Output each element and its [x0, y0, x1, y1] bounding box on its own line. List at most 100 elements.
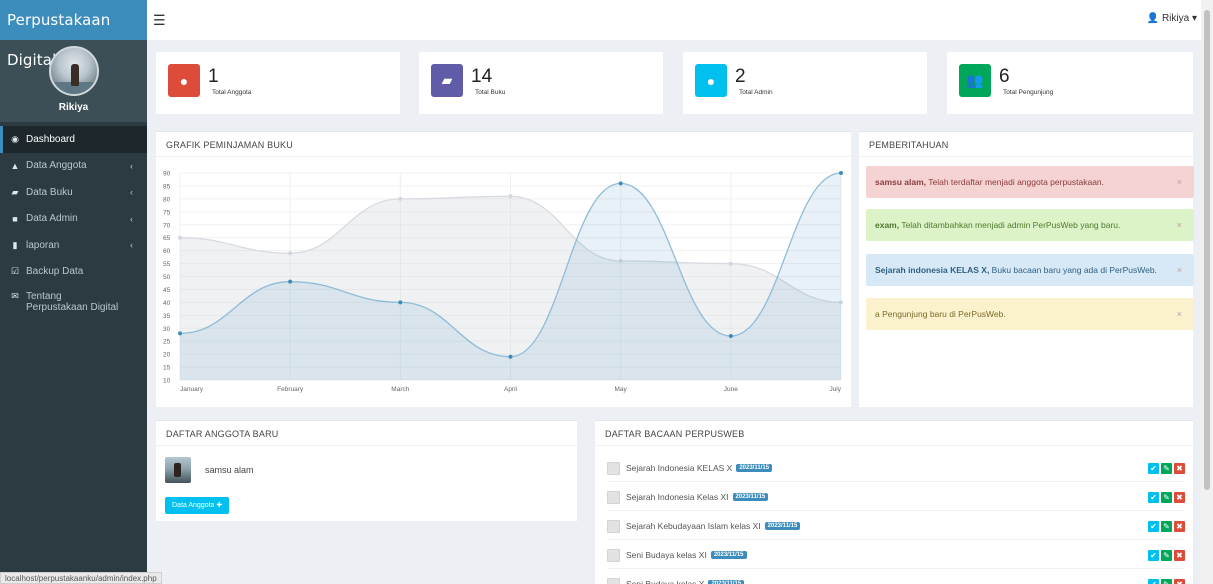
book-title: Sejarah Indonesia Kelas XI: [626, 492, 729, 502]
chevron-left-icon: ‹: [130, 213, 133, 224]
book-title: Seni Budaya kelas XI: [626, 550, 707, 560]
book-checkbox[interactable]: [607, 577, 620, 584]
book-checkbox[interactable]: [607, 490, 620, 504]
y-tick-label: 70: [163, 222, 171, 229]
approve-button[interactable]: ✔: [1148, 549, 1159, 561]
sidebar-item-backup-data[interactable]: ☑ Backup Data: [0, 259, 147, 286]
approve-button[interactable]: ✔: [1148, 578, 1159, 584]
sidebar-item-label: Dashboard: [26, 133, 75, 145]
edit-button[interactable]: ✎: [1161, 578, 1172, 584]
stat-total-pengunjung[interactable]: 👥 6 Total Pengunjung: [947, 52, 1193, 114]
notification-text: a Pengunjung baru di PerPusWeb.: [875, 309, 1006, 319]
sidebar: Perpustakaan Digital Rikiya ◉ Dashboard …: [0, 0, 162, 584]
dashboard-icon: ◉: [11, 133, 19, 144]
book-date-badge: 2023/11/15: [736, 464, 773, 472]
top-navbar: ☰ 👤 Rikiya ▾: [147, 0, 1213, 40]
book-date-badge: 2023/11/15: [764, 522, 801, 530]
book-actions: ✔ ✎ ✖: [1148, 491, 1185, 503]
stat-total-anggota[interactable]: ● 1 Total Anggota: [156, 52, 400, 114]
notification-text: Telah terdaftar menjadi anggota perpusta…: [926, 177, 1105, 187]
books-title: DAFTAR BACAAN PERPUSWEB: [595, 421, 1193, 446]
delete-button[interactable]: ✖: [1174, 462, 1185, 474]
close-icon[interactable]: ×: [1177, 166, 1182, 198]
stat-total-buku[interactable]: ▰ 14 Total Buku: [419, 52, 663, 114]
delete-button[interactable]: ✖: [1174, 549, 1185, 561]
y-tick-label: 90: [163, 171, 171, 178]
notifications-title: PEMBERITAHUAN: [859, 132, 1193, 157]
sidebar-item-label: Data Anggota: [26, 160, 87, 172]
y-tick-label: 80: [163, 196, 171, 203]
user-menu-dropdown[interactable]: 👤 Rikiya ▾: [1147, 13, 1197, 24]
data-point: [178, 235, 182, 240]
close-icon[interactable]: ×: [1177, 298, 1182, 330]
stat-total-admin[interactable]: ● 2 Total Admin: [683, 52, 927, 114]
sidebar-item-data-anggota[interactable]: ▲ Data Anggota ‹: [0, 153, 147, 180]
member-name: samsu alam: [205, 465, 254, 475]
y-tick-label: 75: [163, 209, 171, 216]
book-actions: ✔ ✎ ✖: [1148, 549, 1185, 561]
notification-bold: Sejarah indonesia KELAS X,: [875, 265, 990, 275]
notification-alert: exam, Telah ditambahkan menjadi admin Pe…: [866, 209, 1194, 241]
delete-button[interactable]: ✖: [1174, 491, 1185, 503]
notification-alert: Sejarah indonesia KELAS X, Buku bacaan b…: [866, 254, 1194, 286]
vertical-scrollbar[interactable]: [1201, 0, 1213, 584]
edit-button[interactable]: ✎: [1161, 462, 1172, 474]
avatar: [48, 46, 99, 96]
chevron-left-icon: ‹: [130, 160, 133, 171]
stat-value: 2: [735, 66, 746, 87]
member-item[interactable]: samsu alam: [165, 457, 254, 483]
sidebar-item-data-buku[interactable]: ▰ Data Buku ‹: [0, 179, 147, 206]
book-checkbox[interactable]: [607, 548, 620, 562]
book-actions: ✔ ✎ ✖: [1148, 578, 1185, 584]
edit-button[interactable]: ✎: [1161, 520, 1172, 532]
edit-button[interactable]: ✎: [1161, 549, 1172, 561]
scrollbar-thumb[interactable]: [1204, 10, 1210, 490]
book-row: Seni Budaya kelas X 2023/11/15 ✔ ✎ ✖: [607, 571, 1185, 584]
y-tick-label: 10: [163, 378, 171, 385]
sidebar-menu: ◉ Dashboard ▲ Data Anggota ‹ ▰ Data Buku…: [0, 126, 147, 317]
chevron-left-icon: ‹: [130, 187, 133, 198]
sidebar-item-dashboard[interactable]: ◉ Dashboard: [0, 126, 147, 153]
stat-label: Total Buku: [475, 89, 506, 96]
sidebar-user-name: Rikiya: [58, 102, 89, 113]
delete-button[interactable]: ✖: [1174, 520, 1185, 532]
approve-button[interactable]: ✔: [1148, 462, 1159, 474]
data-point: [508, 354, 513, 359]
book-date-badge: 2023/11/15: [710, 551, 747, 559]
book-checkbox[interactable]: [607, 461, 620, 475]
data-point: [728, 334, 733, 339]
book-title: Seni Budaya kelas X: [626, 579, 705, 584]
x-tick-label: June: [724, 386, 738, 393]
book-checkbox[interactable]: [607, 519, 620, 533]
data-point: [728, 261, 733, 266]
approve-button[interactable]: ✔: [1148, 491, 1159, 503]
stat-value: 6: [999, 66, 1010, 87]
approve-button[interactable]: ✔: [1148, 520, 1159, 532]
y-tick-label: 50: [163, 274, 171, 281]
sidebar-item-tentang[interactable]: ✉ Tentang Perpustakaan Digital: [0, 285, 147, 317]
close-icon[interactable]: ×: [1177, 209, 1182, 241]
sidebar-item-label: Backup Data: [26, 266, 84, 278]
y-tick-label: 30: [163, 326, 171, 333]
book-title: Sejarah Kebudayaan Islam kelas XI: [626, 521, 761, 531]
book-icon: ▰: [431, 64, 463, 97]
book-row: Sejarah Kebudayaan Islam kelas XI 2023/11…: [607, 513, 1185, 540]
hamburger-menu-icon[interactable]: ☰: [153, 12, 166, 29]
close-icon[interactable]: ×: [1177, 254, 1182, 286]
book-date-badge: 2023/11/15: [708, 580, 745, 584]
sidebar-item-laporan[interactable]: ▮ laporan ‹: [0, 232, 147, 259]
book-actions: ✔ ✎ ✖: [1148, 462, 1185, 474]
user-icon: ▲: [10, 160, 20, 171]
book-row: Seni Budaya kelas XI 2023/11/15 ✔ ✎ ✖: [607, 542, 1185, 569]
chevron-left-icon: ‹: [130, 240, 133, 251]
y-tick-label: 55: [163, 261, 171, 268]
sidebar-item-data-admin[interactable]: ■ Data Admin ‹: [0, 206, 147, 233]
notification-bold: exam,: [875, 220, 900, 230]
edit-button[interactable]: ✎: [1161, 491, 1172, 503]
data-anggota-button[interactable]: Data Anggota ✚: [165, 497, 230, 514]
chart-box: GRAFIK PEMINJAMAN BUKU 10 15 20 25 30 35 40 45 5…: [156, 131, 851, 407]
data-point: [839, 171, 843, 175]
file-icon: ▮: [12, 239, 18, 250]
delete-button[interactable]: ✖: [1174, 578, 1185, 584]
brand-logo[interactable]: Perpustakaan Digital: [0, 0, 147, 69]
